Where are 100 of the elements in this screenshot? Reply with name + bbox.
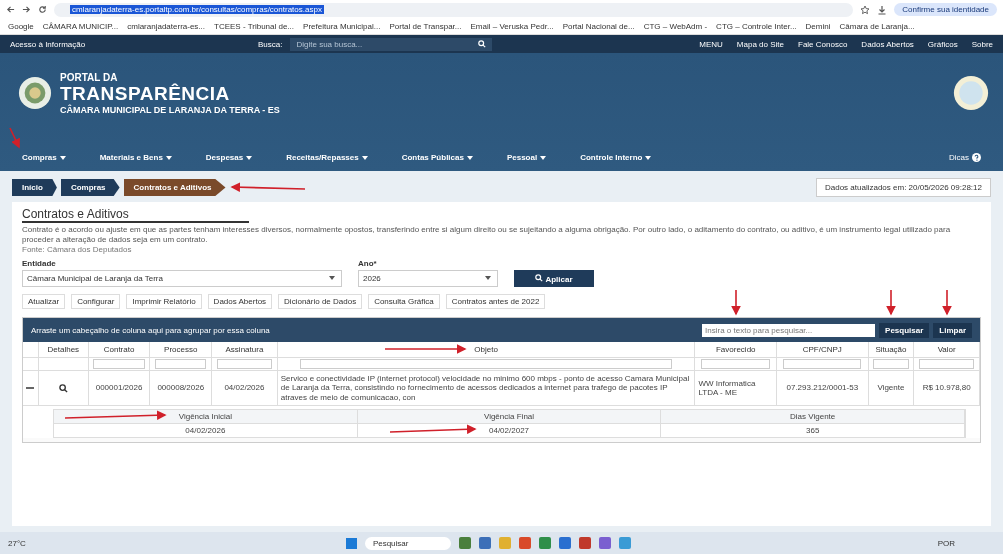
column-header[interactable]: Situação bbox=[875, 345, 907, 354]
toolbar-button[interactable]: Imprimir Relatório bbox=[126, 294, 202, 309]
back-icon[interactable] bbox=[6, 5, 15, 14]
breadcrumb-item[interactable]: Contratos e Aditivos bbox=[123, 179, 226, 196]
search-field[interactable]: Digite sua busca... bbox=[290, 37, 493, 51]
app-icon[interactable] bbox=[618, 537, 631, 549]
toolbar-button[interactable]: Consulta Gráfica bbox=[368, 294, 440, 309]
bookmark-link[interactable]: cmlaranjadaterra-es... bbox=[127, 21, 206, 31]
filter-field[interactable] bbox=[217, 359, 272, 369]
access-info-link[interactable]: Acesso à Informação bbox=[10, 39, 200, 49]
help-icon bbox=[972, 153, 981, 162]
weather-text: 27°C bbox=[8, 538, 26, 548]
column-header[interactable]: Contrato bbox=[103, 345, 135, 354]
clear-button[interactable]: Limpar bbox=[933, 322, 972, 338]
filter-field[interactable] bbox=[300, 359, 672, 369]
toolbar-button[interactable]: Atualizar bbox=[22, 294, 66, 309]
menu-item[interactable]: Receitas/Repasses bbox=[286, 153, 359, 162]
forward-icon[interactable] bbox=[22, 5, 31, 14]
tips-link[interactable]: Dicas bbox=[949, 153, 969, 162]
top-link[interactable]: Sobre bbox=[971, 39, 993, 49]
top-link[interactable]: Gráficos bbox=[927, 39, 958, 49]
caret-icon bbox=[485, 276, 491, 280]
table-cell: 07.293.212/0001-53 bbox=[786, 383, 859, 393]
bookmark-link[interactable]: Demini bbox=[805, 21, 831, 31]
toolbar-button[interactable]: Configurar bbox=[71, 294, 121, 309]
caret-icon bbox=[165, 155, 172, 160]
grid-search-field[interactable]: Insira o texto para pesquisar... bbox=[702, 323, 876, 337]
table-cell: 04/02/2026 bbox=[224, 383, 265, 393]
bookmark-link[interactable]: Portal de Transpar... bbox=[389, 21, 462, 31]
caret-icon bbox=[329, 276, 335, 280]
entity-label: Entidade bbox=[22, 259, 57, 268]
column-header[interactable]: Detalhes bbox=[47, 345, 80, 354]
breadcrumb-item[interactable]: Início bbox=[12, 179, 57, 196]
profile-button[interactable]: Confirme sua identidade bbox=[894, 3, 997, 16]
reload-icon[interactable] bbox=[38, 5, 47, 14]
app-icon[interactable] bbox=[478, 537, 491, 549]
top-link[interactable]: MENU bbox=[699, 39, 723, 49]
filter-field[interactable] bbox=[93, 359, 145, 369]
star-icon[interactable] bbox=[860, 4, 871, 15]
caret-icon bbox=[645, 155, 652, 160]
bookmark-link[interactable]: Email – Veruska Pedr... bbox=[470, 21, 554, 31]
top-link[interactable]: Fale Conosco bbox=[798, 39, 848, 49]
menu-item[interactable]: Pessoal bbox=[506, 153, 538, 162]
year-select[interactable]: 2026 bbox=[358, 270, 498, 287]
filter-field[interactable] bbox=[919, 359, 975, 369]
language-indicator[interactable]: POR bbox=[937, 538, 955, 548]
apply-button[interactable]: Aplicar bbox=[514, 270, 594, 287]
search-icon[interactable] bbox=[58, 383, 68, 393]
column-header[interactable]: CPF/CNPJ bbox=[802, 345, 842, 354]
column-header[interactable]: Assinatura bbox=[225, 345, 264, 354]
menu-item[interactable]: Compras bbox=[22, 153, 57, 162]
breadcrumb-item[interactable]: Compras bbox=[60, 179, 120, 196]
column-header[interactable]: Processo bbox=[164, 345, 198, 354]
download-icon[interactable] bbox=[877, 4, 888, 15]
menu-item[interactable]: Contas Públicas bbox=[401, 153, 464, 162]
top-link[interactable]: Dados Abertos bbox=[861, 39, 914, 49]
bookmark-link[interactable]: CÂMARA MUNICIP... bbox=[42, 21, 119, 31]
toolbar-button[interactable]: Dicionário de Dados bbox=[278, 294, 363, 309]
menu-item[interactable]: Controle Interno bbox=[580, 153, 643, 162]
detail-cell: 04/02/2027 bbox=[489, 426, 530, 435]
toolbar-button[interactable]: Contratos antes de 2022 bbox=[445, 294, 546, 309]
filter-field[interactable] bbox=[155, 359, 207, 369]
windows-icon[interactable] bbox=[345, 537, 357, 549]
bookmark-link[interactable]: TCEES - Tribunal de... bbox=[214, 21, 295, 31]
bookmark-link[interactable]: Portal Nacional de... bbox=[562, 21, 635, 31]
taskbar-search[interactable]: Pesquisar bbox=[364, 536, 451, 550]
column-header[interactable]: Objeto bbox=[474, 345, 498, 354]
table-cell: Vigente bbox=[877, 383, 905, 393]
menu-item[interactable]: Materiais e Bens bbox=[99, 153, 163, 162]
column-header[interactable]: Valor bbox=[937, 345, 956, 354]
filter-field[interactable] bbox=[701, 359, 771, 369]
portal-subtitle: PORTAL DA bbox=[60, 71, 119, 83]
address-bar[interactable]: cmlaranjadaterra-es.portaltp.com.br/consultas/compras/contratos.aspx bbox=[54, 2, 854, 17]
bookmark-link[interactable]: Prefeitura Municipal... bbox=[303, 21, 381, 31]
description-text: Contrato é o acordo ou ajuste em que as partes tenham interesses diversos, normalmente opostos, transferindo entre si algum direito ou se sujeitando a alguma obrigação. Por outro lado, o aditamento do contrato, ou aditivo, é um instrumento legal utilizado para proceder a alteração de dados seja em um contrato. bbox=[22, 225, 952, 245]
filter-field[interactable] bbox=[872, 359, 910, 369]
emblem-icon bbox=[18, 76, 52, 110]
toolbar-button[interactable]: Dados Abertos bbox=[207, 294, 273, 309]
app-icon[interactable] bbox=[598, 537, 611, 549]
app-icon[interactable] bbox=[578, 537, 591, 549]
page-title: Contratos e Aditivos bbox=[22, 207, 249, 223]
detail-header: Vigência Inicial bbox=[178, 412, 232, 421]
app-icon[interactable] bbox=[518, 537, 531, 549]
bookmark-link[interactable]: CTG – WebAdm - bbox=[643, 21, 708, 31]
entity-select[interactable]: Câmara Municipal de Laranja da Terra bbox=[22, 270, 342, 287]
top-link[interactable]: Mapa do Site bbox=[736, 39, 784, 49]
search-icon bbox=[478, 40, 487, 48]
app-icon[interactable] bbox=[458, 537, 471, 549]
bookmark-link[interactable]: CTG – Controle Inter... bbox=[716, 21, 797, 31]
app-icon[interactable] bbox=[558, 537, 571, 549]
menu-item[interactable]: Despesas bbox=[205, 153, 244, 162]
bookmark-link[interactable]: Google bbox=[8, 21, 34, 31]
collapse-toggle[interactable] bbox=[26, 384, 35, 392]
bookmark-link[interactable]: Câmara de Laranja... bbox=[839, 21, 915, 31]
search-button[interactable]: Pesquisar bbox=[879, 322, 930, 338]
column-header[interactable]: Favorecido bbox=[715, 345, 756, 354]
detail-header: Vigência Final bbox=[483, 412, 535, 421]
app-icon[interactable] bbox=[538, 537, 551, 549]
source-note: Fonte: Câmara dos Deputados bbox=[22, 245, 133, 254]
filter-field[interactable] bbox=[783, 359, 862, 369]
